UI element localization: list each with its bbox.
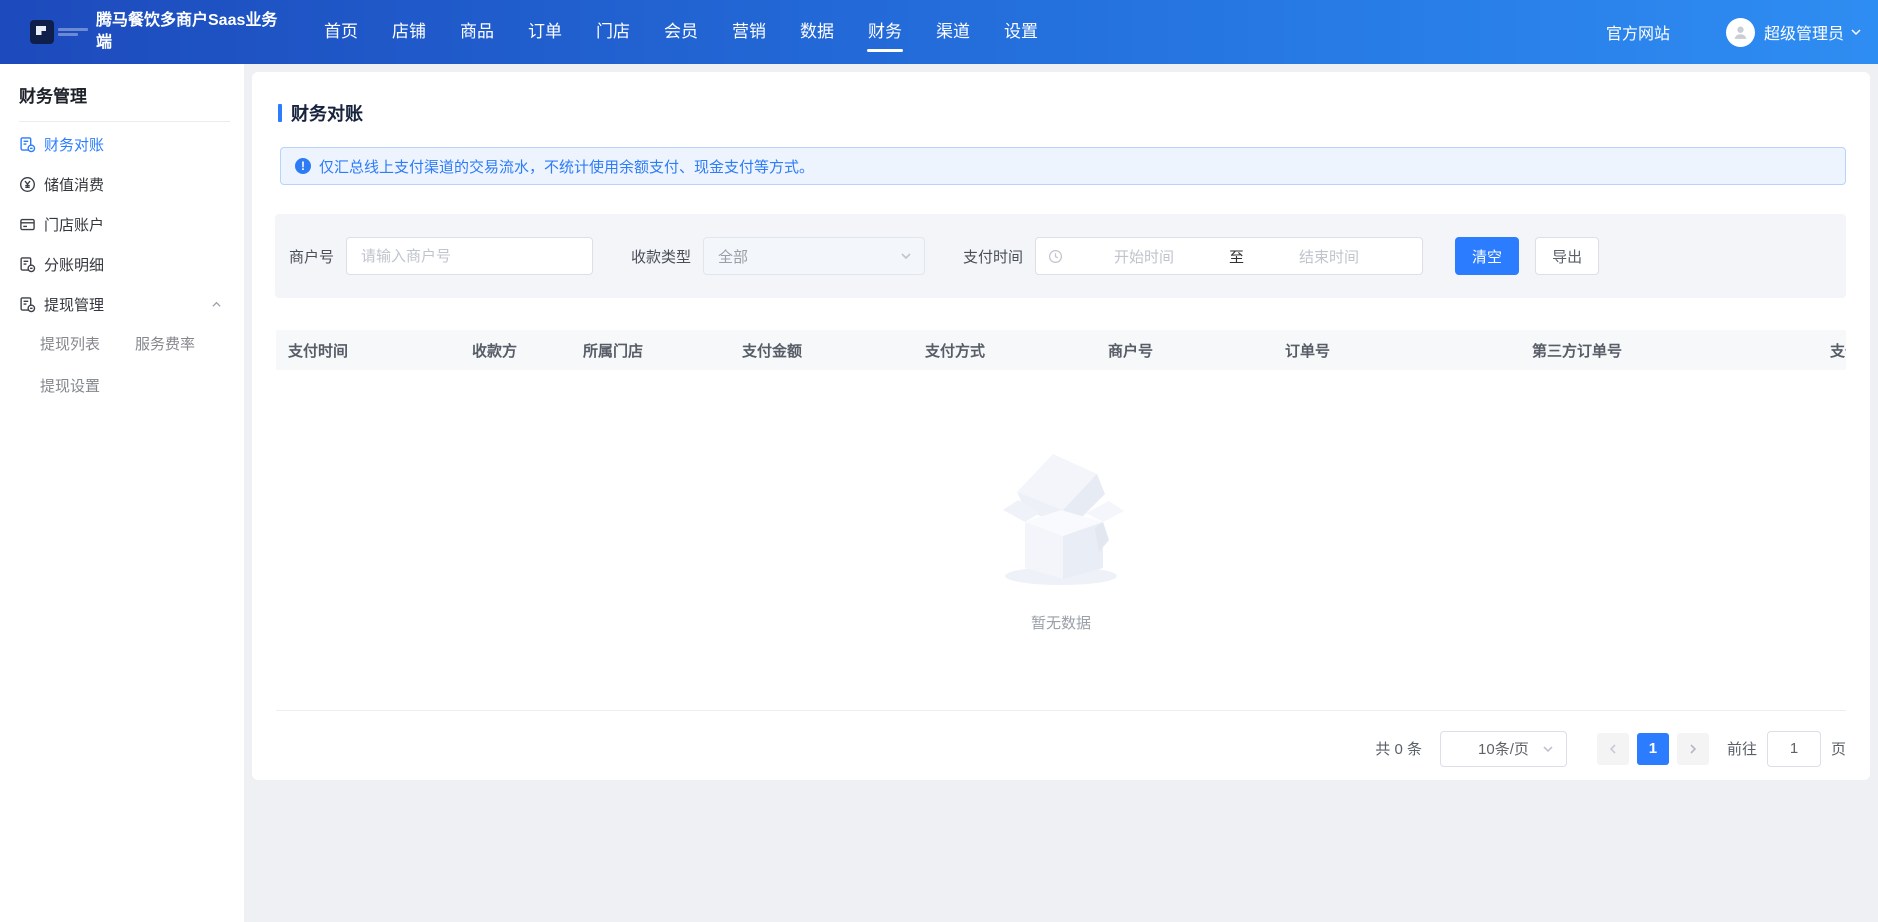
content-card: 财务对账 ! 仅汇总线上支付渠道的交易流水，不统计使用余额支付、现金支付等方式。… bbox=[252, 72, 1870, 780]
nav-item-10[interactable]: 渠道 bbox=[934, 0, 972, 64]
goto-page-input[interactable] bbox=[1767, 731, 1821, 767]
logo-caption-decoration bbox=[58, 26, 88, 38]
page-unit-label: 页 bbox=[1831, 738, 1846, 759]
nav-item-6[interactable]: 会员 bbox=[662, 0, 700, 64]
user-menu[interactable]: 超级管理员 bbox=[1764, 20, 1862, 44]
nav-item-4[interactable]: 订单 bbox=[526, 0, 564, 64]
sidebar-item-4[interactable]: 分账明细 bbox=[0, 244, 244, 284]
ledger-icon bbox=[19, 136, 36, 153]
sidebar-item-5[interactable]: 提现管理 bbox=[0, 284, 244, 324]
card-icon bbox=[19, 216, 36, 233]
pagination: 共 0 条 10条/页 1 前往 页 bbox=[276, 711, 1846, 786]
column-header-6: 商户号 bbox=[1096, 340, 1273, 361]
prev-page-button[interactable] bbox=[1597, 733, 1629, 765]
payee-type-label: 收款类型 bbox=[631, 246, 691, 267]
sidebar-item-3[interactable]: 门店账户 bbox=[0, 204, 244, 244]
column-header-7: 订单号 bbox=[1273, 340, 1520, 361]
sidebar-item-2[interactable]: 储值消费 bbox=[0, 164, 244, 204]
app-logo-icon bbox=[30, 20, 54, 44]
column-header-4: 支付金额 bbox=[730, 340, 913, 361]
page-size-value: 10条/页 bbox=[1478, 738, 1529, 759]
chevron-left-icon bbox=[1607, 743, 1619, 755]
total-count: 共 0 条 bbox=[1375, 738, 1422, 759]
merchant-id-label: 商户号 bbox=[289, 246, 334, 267]
start-time-placeholder: 开始时间 bbox=[1063, 246, 1225, 267]
column-header-9: 支付 bbox=[1818, 340, 1846, 361]
app-title: 腾马餐饮多商户Saas业务端 bbox=[96, 10, 278, 53]
page-title: 财务对账 bbox=[291, 100, 363, 126]
clear-button[interactable]: 清空 bbox=[1455, 237, 1519, 275]
nav-item-11[interactable]: 设置 bbox=[1002, 0, 1040, 64]
alert-text: 仅汇总线上支付渠道的交易流水，不统计使用余额支付、现金支付等方式。 bbox=[319, 156, 814, 177]
chevron-down-icon bbox=[900, 250, 912, 262]
table-header: 支付时间收款方所属门店支付金额支付方式商户号订单号第三方订单号支付 bbox=[276, 330, 1846, 370]
nav-item-8[interactable]: 数据 bbox=[798, 0, 836, 64]
title-accent-bar bbox=[278, 104, 282, 122]
page-size-select[interactable]: 10条/页 bbox=[1440, 731, 1567, 767]
sidebar-item-label: 分账明细 bbox=[44, 254, 104, 275]
chevron-right-icon bbox=[1687, 743, 1699, 755]
empty-box-icon bbox=[991, 448, 1131, 588]
pay-time-label: 支付时间 bbox=[963, 246, 1023, 267]
ledger-icon bbox=[19, 296, 36, 313]
sidebar-subitem-3[interactable]: 提现设置 bbox=[40, 374, 135, 400]
nav-item-9[interactable]: 财务 bbox=[866, 0, 904, 64]
column-header-5: 支付方式 bbox=[913, 340, 1096, 361]
payee-type-value: 全部 bbox=[718, 246, 900, 267]
topbar-right: 官方网站 超级管理员 bbox=[1606, 18, 1862, 47]
filter-bar: 商户号 收款类型 全部 支付时间 开始时间 至 结束时间 清空 导出 bbox=[275, 214, 1846, 298]
sidebar-title: 财务管理 bbox=[0, 64, 244, 107]
pay-time-range-picker[interactable]: 开始时间 至 结束时间 bbox=[1035, 237, 1423, 275]
sidebar-subitem-1[interactable]: 提现列表 bbox=[40, 332, 135, 358]
merchant-id-input[interactable] bbox=[346, 237, 593, 275]
sidebar-divider bbox=[19, 121, 230, 122]
official-site-link[interactable]: 官方网站 bbox=[1606, 20, 1670, 44]
yen-circle-icon bbox=[19, 176, 36, 193]
info-icon: ! bbox=[295, 158, 311, 174]
sidebar-item-1[interactable]: 财务对账 bbox=[0, 124, 244, 164]
goto-label: 前往 bbox=[1727, 738, 1757, 759]
range-separator: 至 bbox=[1225, 246, 1248, 267]
user-name: 超级管理员 bbox=[1764, 20, 1844, 44]
sidebar-subitem-2[interactable]: 服务费率 bbox=[135, 332, 244, 358]
sidebar-item-label: 财务对账 bbox=[44, 134, 104, 155]
top-nav: 首页店铺商品订单门店会员营销数据财务渠道设置 bbox=[322, 0, 1040, 64]
page-title-row: 财务对账 bbox=[252, 72, 1870, 126]
chevron-up-icon bbox=[211, 299, 222, 310]
chevron-down-icon bbox=[1850, 26, 1862, 38]
empty-state: 暂无数据 bbox=[252, 370, 1870, 710]
next-page-button[interactable] bbox=[1677, 733, 1709, 765]
topbar: 腾马餐饮多商户Saas业务端 首页店铺商品订单门店会员营销数据财务渠道设置 官方… bbox=[0, 0, 1878, 64]
column-header-2: 收款方 bbox=[460, 340, 571, 361]
info-alert: ! 仅汇总线上支付渠道的交易流水，不统计使用余额支付、现金支付等方式。 bbox=[280, 147, 1846, 185]
sidebar: 财务管理 财务对账储值消费门店账户分账明细提现管理提现列表服务费率提现设置 bbox=[0, 64, 244, 922]
end-time-placeholder: 结束时间 bbox=[1248, 246, 1410, 267]
sidebar-submenu: 提现列表服务费率提现设置 bbox=[0, 332, 244, 400]
nav-item-7[interactable]: 营销 bbox=[730, 0, 768, 64]
sidebar-item-label: 储值消费 bbox=[44, 174, 104, 195]
page-1-button[interactable]: 1 bbox=[1637, 733, 1669, 765]
main-area: 财务对账 ! 仅汇总线上支付渠道的交易流水，不统计使用余额支付、现金支付等方式。… bbox=[244, 64, 1878, 922]
sidebar-item-label: 门店账户 bbox=[44, 214, 104, 235]
column-header-8: 第三方订单号 bbox=[1520, 340, 1818, 361]
nav-item-3[interactable]: 商品 bbox=[458, 0, 496, 64]
sidebar-item-label: 提现管理 bbox=[44, 294, 104, 315]
ledger-icon bbox=[19, 256, 36, 273]
column-header-3: 所属门店 bbox=[571, 340, 730, 361]
avatar-icon[interactable] bbox=[1726, 18, 1755, 47]
clock-icon bbox=[1048, 249, 1063, 264]
payee-type-select[interactable]: 全部 bbox=[703, 237, 925, 275]
nav-item-1[interactable]: 首页 bbox=[322, 0, 360, 64]
empty-text: 暂无数据 bbox=[1031, 612, 1091, 633]
chevron-down-icon bbox=[1542, 743, 1554, 755]
nav-item-2[interactable]: 店铺 bbox=[390, 0, 428, 64]
column-header-1: 支付时间 bbox=[276, 340, 460, 361]
nav-item-5[interactable]: 门店 bbox=[594, 0, 632, 64]
sidebar-menu: 财务对账储值消费门店账户分账明细提现管理提现列表服务费率提现设置 bbox=[0, 124, 244, 400]
export-button[interactable]: 导出 bbox=[1535, 237, 1599, 275]
